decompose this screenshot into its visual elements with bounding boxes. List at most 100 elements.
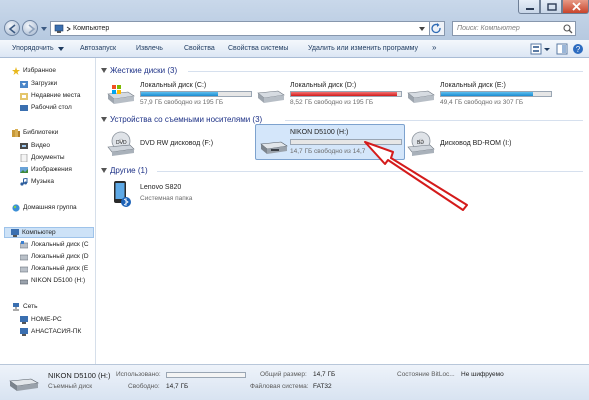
sidebar-label: АНАСТАСИЯ-ПК bbox=[31, 328, 82, 335]
dvd-drive-icon: DVD bbox=[107, 131, 135, 156]
sidebar-label: Локальный диск (C bbox=[31, 241, 89, 248]
total-value: 14,7 ГБ bbox=[313, 371, 336, 378]
autoplay-button[interactable]: Автозапуск bbox=[80, 45, 116, 52]
help-icon[interactable]: ? bbox=[572, 43, 584, 55]
collapse-triangle-icon[interactable] bbox=[101, 117, 108, 123]
device-name: Lenovo S820 bbox=[140, 184, 182, 191]
sidebar-item-pictures[interactable]: Изображения bbox=[20, 165, 94, 176]
history-dropdown-icon[interactable] bbox=[40, 26, 48, 32]
sidebar-item-drive-c[interactable]: Локальный диск (C bbox=[20, 240, 96, 251]
free-label: Свободно: bbox=[128, 383, 160, 390]
sidebar-item-home-pc[interactable]: HOME-PC bbox=[20, 315, 94, 326]
back-button[interactable] bbox=[4, 20, 20, 36]
music-icon bbox=[20, 178, 28, 186]
sidebar-libraries[interactable]: Библиотеки bbox=[12, 128, 94, 139]
maximize-icon bbox=[547, 3, 557, 11]
drive-name: Локальный диск (E:) bbox=[440, 82, 506, 89]
system-properties-button[interactable]: Свойства системы bbox=[228, 45, 288, 52]
sidebar-item-desktop[interactable]: Рабочий стол bbox=[20, 103, 94, 114]
sidebar-item-drive-d[interactable]: Локальный диск (D bbox=[20, 252, 96, 263]
drive-usage-fill bbox=[141, 92, 218, 96]
sidebar-label: HOME-PC bbox=[31, 316, 62, 323]
sidebar-homegroup[interactable]: Домашняя группа bbox=[12, 203, 94, 214]
drive-icon bbox=[20, 241, 28, 249]
sidebar-item-music[interactable]: Музыка bbox=[20, 177, 94, 188]
sidebar-item-drive-e[interactable]: Локальный диск (E bbox=[20, 264, 96, 275]
drive-name: DVD RW дисковод (F:) bbox=[140, 140, 214, 147]
window-frame: Компьютер Поиск: Компьютер bbox=[0, 0, 589, 40]
group-header-removable[interactable]: Устройства со съемными носителями (3) bbox=[110, 115, 262, 124]
phone-icon bbox=[114, 181, 131, 207]
drive-usage-bar bbox=[290, 91, 402, 97]
sidebar-favorites[interactable]: Избранное bbox=[12, 66, 94, 77]
drive-free-space: 8,52 ГБ свободно из 195 ГБ bbox=[290, 99, 374, 106]
group-divider bbox=[285, 120, 583, 121]
sidebar-computer[interactable]: Компьютер bbox=[4, 227, 94, 238]
bitlocker-label: Состояние BitLoc... bbox=[397, 371, 455, 378]
minimize-button[interactable] bbox=[518, 0, 540, 14]
eject-button[interactable]: Извлечь bbox=[136, 45, 163, 52]
star-icon bbox=[12, 67, 20, 75]
sidebar-item-videos[interactable]: Видео bbox=[20, 141, 94, 152]
drive-usage-fill bbox=[441, 92, 534, 96]
sidebar-label: Библиотеки bbox=[23, 129, 59, 136]
drive-icon bbox=[20, 254, 28, 261]
sidebar-label: Документы bbox=[31, 154, 65, 161]
windows-drive-icon bbox=[107, 85, 135, 104]
group-divider bbox=[188, 71, 583, 72]
address-bar[interactable]: Компьютер bbox=[50, 21, 430, 36]
collapse-triangle-icon[interactable] bbox=[101, 68, 108, 74]
refresh-icon bbox=[431, 23, 441, 34]
sidebar-item-nikon[interactable]: NIKON D5100 (H:) bbox=[20, 276, 96, 287]
used-bar bbox=[166, 372, 246, 378]
bitlocker-value: Не шифруемо bbox=[461, 371, 504, 378]
collapse-triangle-icon[interactable] bbox=[101, 168, 108, 174]
sidebar-item-recent-places[interactable]: Недавние места bbox=[20, 91, 94, 102]
download-folder-icon bbox=[20, 81, 28, 88]
search-icon[interactable] bbox=[563, 24, 573, 34]
sidebar-label: Рабочий стол bbox=[31, 104, 72, 111]
removable-drive-icon bbox=[20, 279, 28, 285]
group-header-other[interactable]: Другие (1) bbox=[110, 166, 148, 175]
sidebar-label: Избранное bbox=[23, 67, 56, 74]
group-header-hdd[interactable]: Жесткие диски (3) bbox=[110, 66, 177, 75]
close-button[interactable] bbox=[562, 0, 589, 14]
view-options-icon[interactable] bbox=[530, 43, 552, 55]
drive-usage-fill bbox=[291, 92, 397, 96]
command-bar: Упорядочить Автозапуск Извлечь Свойства … bbox=[0, 40, 589, 58]
refresh-button[interactable] bbox=[430, 21, 445, 36]
preview-pane-icon[interactable] bbox=[556, 43, 568, 55]
search-input[interactable]: Поиск: Компьютер bbox=[452, 21, 576, 36]
svg-text:?: ? bbox=[576, 45, 581, 54]
uninstall-program-button[interactable]: Удалить или изменить программу bbox=[308, 45, 418, 52]
sidebar-label: Домашняя группа bbox=[23, 204, 77, 211]
address-dropdown-icon[interactable] bbox=[418, 26, 426, 32]
recent-places-icon bbox=[20, 93, 28, 100]
drive-free-space: 49,4 ГБ свободно из 307 ГБ bbox=[440, 99, 524, 106]
more-commands-icon[interactable]: » bbox=[432, 43, 436, 52]
sidebar-item-anastasia-pc[interactable]: АНАСТАСИЯ-ПК bbox=[20, 327, 94, 338]
forward-button[interactable] bbox=[22, 20, 38, 36]
minimize-icon bbox=[526, 8, 534, 10]
address-path: Компьютер bbox=[73, 25, 110, 32]
properties-button[interactable]: Свойства bbox=[184, 45, 215, 52]
sidebar-label: Локальный диск (E bbox=[31, 265, 89, 272]
organize-button[interactable]: Упорядочить bbox=[12, 45, 54, 52]
computer-icon bbox=[11, 229, 19, 237]
desktop-icon bbox=[20, 105, 28, 111]
sidebar-label: Музыка bbox=[31, 178, 54, 185]
drive-usage-bar bbox=[440, 91, 552, 97]
sidebar-item-downloads[interactable]: Загрузки bbox=[20, 79, 94, 90]
homegroup-icon bbox=[12, 204, 20, 212]
filesystem-label: Файловая система: bbox=[250, 383, 309, 390]
maximize-button[interactable] bbox=[540, 0, 562, 14]
drive-usage-bar bbox=[140, 91, 252, 97]
video-icon bbox=[20, 143, 28, 149]
sidebar-label: Компьютер bbox=[22, 229, 56, 236]
removable-drive-icon bbox=[260, 141, 288, 154]
search-placeholder: Поиск: Компьютер bbox=[457, 25, 520, 32]
sidebar-item-documents[interactable]: Документы bbox=[20, 153, 94, 164]
sidebar-network[interactable]: Сеть bbox=[12, 302, 94, 313]
documents-icon bbox=[20, 154, 28, 162]
drive-name: Локальный диск (C:) bbox=[140, 82, 207, 89]
